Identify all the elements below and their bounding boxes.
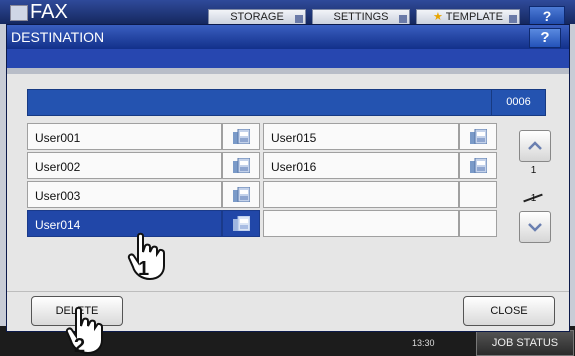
fax-icon: [233, 129, 250, 144]
destination-bar: [27, 89, 492, 116]
chevron-down-icon: [295, 15, 303, 23]
list-item-label: User003: [35, 189, 81, 203]
list-item[interactable]: User015: [263, 123, 459, 150]
list-item-fax-cell: [459, 152, 497, 179]
tab-storage[interactable]: STORAGE: [208, 9, 306, 25]
pagination: 1 1: [510, 123, 557, 268]
job-status-button[interactable]: JOB STATUS: [476, 330, 574, 356]
list-item[interactable]: User001: [27, 123, 222, 150]
tab-storage-label: STORAGE: [230, 11, 284, 23]
dialog-title: DESTINATION: [11, 29, 105, 45]
step-number: 1: [138, 258, 149, 280]
dialog-help-button[interactable]: ?: [529, 28, 561, 48]
page-down-button[interactable]: [519, 211, 551, 243]
total-pages: 1: [530, 193, 537, 204]
list-item-fax-cell: [222, 210, 260, 237]
app-help-button[interactable]: ?: [529, 6, 565, 26]
dialog-header-band: [7, 49, 569, 68]
fax-icon: [233, 158, 250, 173]
tab-settings[interactable]: SETTINGS: [312, 9, 410, 25]
close-button[interactable]: CLOSE: [463, 296, 555, 326]
list-item-label: User002: [35, 160, 81, 174]
chevron-up-icon: [528, 141, 542, 150]
list-item-fax-cell: [459, 123, 497, 150]
list-item-label: User015: [271, 131, 317, 145]
fax-icon: [10, 5, 28, 21]
list-item[interactable]: User003: [27, 181, 222, 208]
pointing-hand-icon: 2: [65, 306, 103, 356]
fax-icon: [470, 129, 487, 144]
app-title: FAX: [30, 1, 68, 23]
footer-divider: [7, 291, 569, 292]
list-item[interactable]: User002: [27, 152, 222, 179]
list-item-fax-cell: [459, 181, 497, 208]
tab-settings-label: SETTINGS: [333, 11, 389, 23]
list-item-fax-cell: [222, 152, 260, 179]
list-item-empty[interactable]: [263, 210, 459, 237]
destination-list: User001 User002 User003 User014 User015 …: [27, 123, 502, 295]
fax-icon: [470, 158, 487, 173]
destination-dialog: DESTINATION ? 0006 User001 User002 User0…: [6, 24, 570, 332]
destination-count: 0006: [491, 89, 546, 116]
chevron-down-icon: [399, 15, 407, 23]
current-page: 1: [530, 165, 537, 176]
chevron-down-icon: [528, 223, 542, 232]
list-item-label: User016: [271, 160, 317, 174]
list-item-fax-cell: [222, 181, 260, 208]
list-item-fax-cell: [222, 123, 260, 150]
clock: 13:30: [412, 338, 435, 348]
list-item[interactable]: User016: [263, 152, 459, 179]
fax-icon: [233, 216, 250, 231]
pointing-hand-icon: 1: [127, 232, 165, 281]
list-item-label: User014: [35, 218, 81, 232]
list-item-empty[interactable]: [263, 181, 459, 208]
list-item-label: User001: [35, 131, 81, 145]
tab-template[interactable]: ★ TEMPLATE: [416, 9, 520, 25]
tab-template-label: TEMPLATE: [445, 11, 503, 23]
page-up-button[interactable]: [519, 130, 551, 162]
star-icon: ★: [433, 11, 443, 23]
dialog-header-divider: [7, 68, 569, 74]
dialog-title-bar: DESTINATION ?: [7, 25, 569, 49]
chevron-down-icon: [509, 15, 517, 23]
step-number: 2: [74, 335, 85, 356]
fax-icon: [233, 187, 250, 202]
list-item-fax-cell: [459, 210, 497, 237]
